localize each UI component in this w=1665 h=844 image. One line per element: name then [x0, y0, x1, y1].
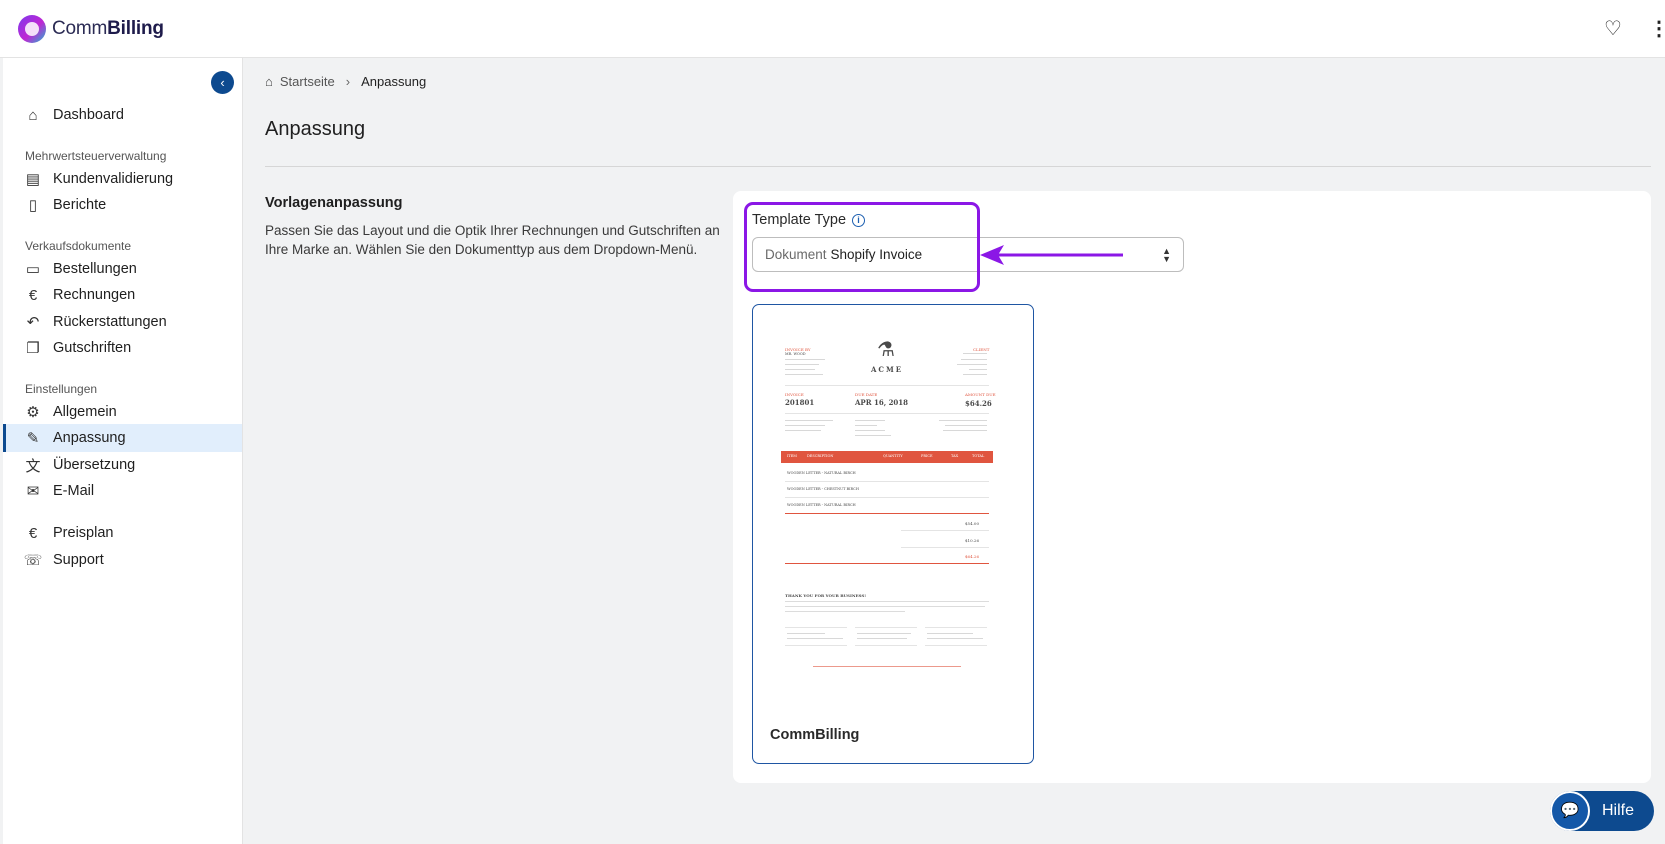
breadcrumb-home[interactable]: Startseite — [280, 74, 335, 89]
sidebar-item-dashboard[interactable]: ⌂ Dashboard — [3, 101, 242, 129]
customize-document-icon: ✎ — [26, 430, 40, 447]
home-icon[interactable]: ⌂ — [265, 74, 273, 89]
inbox-icon: ▭ — [25, 261, 41, 278]
sidebar-item-support[interactable]: ☏ Support — [3, 546, 242, 574]
refund-receipt-icon: ↶ — [26, 314, 40, 331]
template-name: CommBilling — [770, 727, 860, 743]
sidebar-item-kundenvalidierung[interactable]: ▤ Kundenvalidierung — [3, 165, 242, 193]
flask-logo-icon: ⚗ — [877, 337, 895, 361]
euro-circle-icon: € — [28, 524, 38, 542]
collapse-sidebar-button[interactable]: ‹ — [211, 71, 234, 94]
sidebar-item-berichte[interactable]: ▯ Berichte — [3, 191, 242, 219]
sidebar-item-label: Anpassung — [53, 430, 126, 446]
sidebar-item-label: Dashboard — [53, 107, 124, 123]
sidebar-item-label: Preisplan — [53, 525, 114, 541]
breadcrumb: ⌂ Startseite › Anpassung — [265, 74, 426, 89]
gear-icon: ⚙ — [26, 404, 40, 421]
divider — [265, 166, 1651, 167]
sidebar-item-bestellungen[interactable]: ▭ Bestellungen — [3, 255, 242, 283]
sidebar-item-label: Berichte — [53, 197, 107, 213]
section-settings-heading: Einstellungen — [25, 382, 98, 396]
page-title: Anpassung — [265, 118, 366, 140]
sidebar-item-rechnungen[interactable]: € Rechnungen — [3, 281, 242, 309]
report-document-icon: ▯ — [28, 197, 38, 214]
annotation-arrow-icon — [980, 245, 1123, 265]
sidebar-item-label: Support — [53, 552, 104, 568]
section-description: Passen Sie das Layout und die Optik Ihre… — [265, 223, 720, 257]
sidebar-item-label: Gutschriften — [53, 340, 132, 356]
sidebar-item-preisplan[interactable]: € Preisplan — [3, 519, 242, 547]
home-icon: ⌂ — [28, 106, 38, 124]
sort-updown-icon: ▲ ▼ — [1162, 246, 1171, 264]
section-title: Vorlagenanpassung — [265, 195, 403, 211]
annotation-highlight-box — [744, 202, 980, 292]
sidebar-item-label: Kundenvalidierung — [53, 171, 174, 187]
sidebar-item-rueckerstattungen[interactable]: ↶ Rückerstattungen — [3, 308, 242, 336]
sidebar-item-email[interactable]: ✉ E-Mail — [3, 477, 242, 505]
translate-icon: 文 — [25, 457, 41, 475]
chevron-right-icon: › — [345, 74, 351, 89]
invoice-preview: INVOICE BY MR. WOOD ⚗ ACME CLIENT INVOIC… — [781, 335, 1007, 695]
app-logo[interactable]: CommBilling — [18, 15, 164, 43]
sidebar-item-gutschriften[interactable]: ❐ Gutschriften — [3, 334, 242, 362]
chat-bubbles-icon: ☏ — [23, 552, 43, 569]
more-options-icon[interactable]: ⋮ — [1649, 18, 1665, 40]
chat-bubbles-icon: 💬 — [1550, 791, 1590, 831]
template-card[interactable]: INVOICE BY MR. WOOD ⚗ ACME CLIENT INVOIC… — [752, 304, 1034, 764]
sidebar-item-label: E-Mail — [53, 483, 95, 499]
top-bar: CommBilling ♡ ⋮ — [0, 0, 1665, 58]
credit-note-icon: ❐ — [26, 340, 40, 357]
help-label: Hilfe — [1602, 802, 1635, 819]
sidebar-item-label: Bestellungen — [53, 261, 137, 277]
sidebar-item-anpassung[interactable]: ✎ Anpassung — [3, 424, 242, 452]
euro-receipt-icon: € — [28, 286, 38, 304]
sidebar-item-allgemein[interactable]: ⚙ Allgemein — [3, 398, 242, 426]
sidebar: ‹ ⌂ Dashboard Mehrwertsteuerverwaltung ▤… — [3, 58, 243, 844]
help-button[interactable]: 💬 Hilfe — [1550, 791, 1654, 831]
validation-receipt-icon: ▤ — [25, 171, 41, 188]
mail-settings-icon: ✉ — [26, 483, 40, 500]
section-vat-heading: Mehrwertsteuerverwaltung — [25, 149, 167, 163]
sidebar-item-uebersetzung[interactable]: 文 Übersetzung — [3, 451, 242, 479]
logo-icon — [18, 15, 46, 43]
heart-icon[interactable]: ♡ — [1602, 18, 1624, 40]
sidebar-item-label: Allgemein — [53, 404, 117, 420]
section-sales-heading: Verkaufsdokumente — [25, 239, 132, 253]
sidebar-item-label: Rechnungen — [53, 287, 136, 303]
logo-text: CommBilling — [52, 18, 164, 39]
sidebar-item-label: Übersetzung — [53, 457, 136, 473]
sidebar-item-label: Rückerstattungen — [53, 314, 167, 330]
breadcrumb-current: Anpassung — [361, 74, 427, 89]
